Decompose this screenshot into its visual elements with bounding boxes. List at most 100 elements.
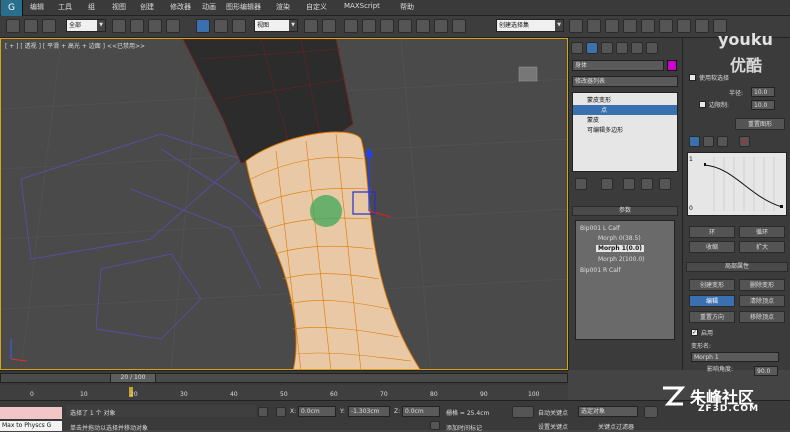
angle-snap-icon[interactable] xyxy=(362,19,376,33)
menu-animation[interactable]: 动画 xyxy=(202,2,216,12)
make-unique-icon[interactable] xyxy=(623,178,635,190)
shrink-button[interactable]: 收缩 xyxy=(689,241,735,253)
play-icon[interactable] xyxy=(644,406,658,418)
remove-modifier-icon[interactable] xyxy=(641,178,653,190)
key-mode-icon[interactable] xyxy=(512,406,534,418)
app-logo[interactable]: G xyxy=(1,0,23,16)
move-icon[interactable] xyxy=(196,19,210,33)
utilities-tab-icon[interactable] xyxy=(646,42,658,54)
move-point-icon[interactable] xyxy=(689,136,700,147)
pivot-center-icon[interactable] xyxy=(304,19,318,33)
schematic-view-icon[interactable] xyxy=(641,19,655,33)
remove-verts-button[interactable]: 清除顶点 xyxy=(739,295,785,307)
object-color-swatch[interactable] xyxy=(667,60,677,71)
auto-key-button[interactable]: 自动关键点 xyxy=(538,408,568,417)
tree-node-morph-1[interactable]: Morph 1(0.0) xyxy=(596,245,644,252)
menu-modifiers[interactable]: 修改器 xyxy=(170,2,191,12)
reset-direction-button[interactable]: 重置方向 xyxy=(689,311,735,323)
stack-item-editable-poly[interactable]: 可编辑多边形 xyxy=(573,125,677,135)
menu-tools[interactable]: 工具 xyxy=(58,2,72,12)
edge-limit-field[interactable]: 10.0 xyxy=(751,100,775,110)
use-soft-select-checkbox[interactable] xyxy=(689,74,696,81)
scale-icon[interactable] xyxy=(232,19,246,33)
stack-item-skin-morph[interactable]: 蒙皮变形 xyxy=(573,95,677,105)
lock-icon[interactable] xyxy=(258,407,268,417)
render-frame-icon[interactable] xyxy=(695,19,709,33)
enabled-checkbox[interactable]: ✓ xyxy=(691,329,698,336)
mirror-icon[interactable] xyxy=(452,19,466,33)
viewcube-icon[interactable] xyxy=(519,67,537,81)
create-tab-icon[interactable] xyxy=(571,42,583,54)
perspective-viewport[interactable]: [ + ] [ 透视 ] [ 平滑 + 高光 + 边面 ] <<已禁用>> xyxy=(0,38,568,370)
select-object-icon[interactable] xyxy=(112,19,126,33)
curve-editor-icon[interactable] xyxy=(623,19,637,33)
absolute-mode-icon[interactable] xyxy=(276,407,286,417)
viewport-label[interactable]: [ + ] [ 透视 ] [ 平滑 + 高光 + 边面 ] <<已禁用>> xyxy=(5,41,145,50)
edit-button[interactable]: 编辑 xyxy=(689,295,735,307)
menu-maxscript[interactable]: MAXScript xyxy=(344,2,380,10)
bind-spacewarp-icon[interactable] xyxy=(42,19,56,33)
delete-point-icon[interactable]: ✕ xyxy=(739,136,750,147)
time-slider-thumb[interactable]: 20 / 100 xyxy=(110,373,156,383)
maxscript-listener-top[interactable] xyxy=(0,407,62,419)
falloff-graph[interactable]: 1 0 xyxy=(687,152,787,216)
add-point-icon[interactable] xyxy=(717,136,728,147)
graphite-ribbon-icon[interactable] xyxy=(605,19,619,33)
align-icon[interactable] xyxy=(569,19,583,33)
snap-toggle-icon[interactable] xyxy=(344,19,358,33)
morph-name-field[interactable]: Morph 1 xyxy=(691,352,779,362)
loop-button[interactable]: 环 xyxy=(689,226,735,238)
reset-graph-button[interactable]: 重置图形 xyxy=(735,118,785,130)
edge-limit-checkbox[interactable] xyxy=(699,101,706,108)
tree-node-r-calf[interactable]: Bip001 R Calf xyxy=(580,267,621,274)
material-editor-icon[interactable] xyxy=(659,19,673,33)
display-tab-icon[interactable] xyxy=(631,42,643,54)
menu-views[interactable]: 视图 xyxy=(112,2,126,12)
stack-item-points[interactable]: 点 xyxy=(573,105,677,115)
layer-manager-icon[interactable] xyxy=(587,19,601,33)
time-slider-track[interactable] xyxy=(0,373,568,383)
menu-help[interactable]: 帮助 xyxy=(400,2,414,12)
menu-customize[interactable]: 自定义 xyxy=(306,2,327,12)
ref-coord-dropdown[interactable]: 视图 ▼ xyxy=(254,19,298,32)
time-tag-icon[interactable] xyxy=(430,421,440,430)
menu-graph-editors[interactable]: 图形编辑器 xyxy=(226,2,261,12)
show-end-result-icon[interactable] xyxy=(601,178,613,190)
scale-point-icon[interactable] xyxy=(703,136,714,147)
menu-edit[interactable]: 编辑 xyxy=(30,2,44,12)
rect-selection-icon[interactable] xyxy=(148,19,162,33)
menu-group[interactable]: 组 xyxy=(88,2,95,12)
ring-button[interactable]: 循环 xyxy=(739,226,785,238)
link-icon[interactable] xyxy=(6,19,20,33)
configure-sets-icon[interactable] xyxy=(659,178,671,190)
named-selection-icon[interactable] xyxy=(434,19,448,33)
object-name-field[interactable]: 身体 xyxy=(572,60,664,71)
motion-tab-icon[interactable] xyxy=(616,42,628,54)
z-coord-field[interactable]: 0.0cm xyxy=(402,406,440,417)
select-by-name-icon[interactable] xyxy=(130,19,144,33)
modify-tab-icon[interactable] xyxy=(586,42,598,54)
grow-button[interactable]: 扩大 xyxy=(739,241,785,253)
params-rollout-header[interactable]: 参数 xyxy=(572,206,678,216)
tree-node-morph-0[interactable]: Morph 0(38.5) xyxy=(598,235,641,242)
percent-snap-icon[interactable] xyxy=(380,19,394,33)
spinner-snap-icon[interactable] xyxy=(398,19,412,33)
influence-angle-field[interactable]: 90.0 xyxy=(754,366,778,376)
x-coord-field[interactable]: 0.0cm xyxy=(298,406,336,417)
rotate-icon[interactable] xyxy=(214,19,228,33)
add-time-tag[interactable]: 添加时间标记 xyxy=(446,423,482,432)
create-morph-button[interactable]: 创建变形 xyxy=(689,279,735,291)
stack-item-skin[interactable]: 蒙皮 xyxy=(573,115,677,125)
pin-stack-icon[interactable] xyxy=(575,178,587,190)
hierarchy-tab-icon[interactable] xyxy=(601,42,613,54)
modifier-list-dropdown[interactable]: 修改器列表 xyxy=(572,76,678,87)
render-setup-icon[interactable] xyxy=(677,19,691,33)
delete-morph-button[interactable]: 删除变形 xyxy=(739,279,785,291)
y-coord-field[interactable]: -1.303cm xyxy=(348,406,390,417)
unlink-icon[interactable] xyxy=(24,19,38,33)
selection-filter-dropdown[interactable]: 全部 ▼ xyxy=(66,19,106,32)
edit-named-selection-icon[interactable] xyxy=(416,19,430,33)
named-selection-dropdown[interactable]: 创建选择集 ▼ xyxy=(496,19,564,32)
tree-node-l-calf[interactable]: Bip001 L Calf xyxy=(580,225,620,232)
window-crossing-icon[interactable] xyxy=(166,19,180,33)
